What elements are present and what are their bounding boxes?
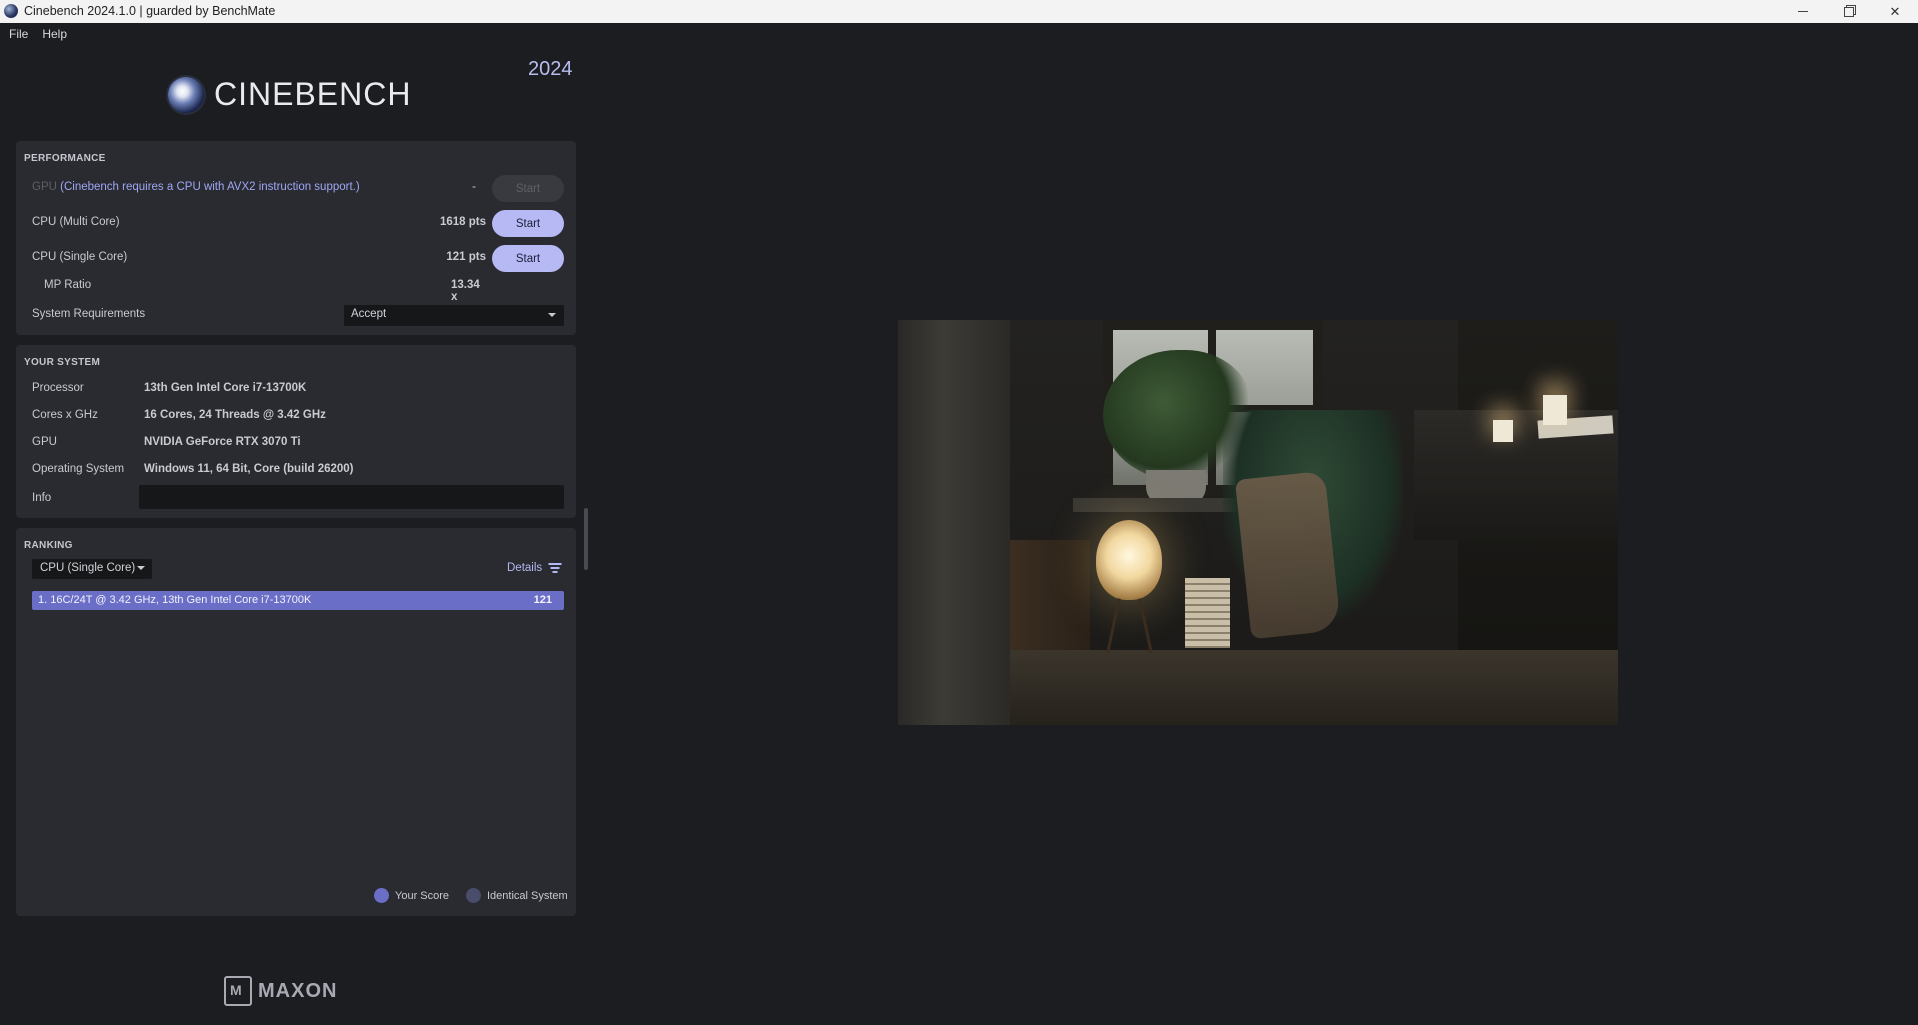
your-score-label: Your Score — [395, 889, 450, 902]
cinebench-sphere-icon — [168, 76, 204, 113]
cores-label: Cores x GHz — [32, 409, 98, 421]
ranking-test-value: CPU (Single Core) — [40, 562, 136, 574]
processor-value: 13th Gen Intel Core i7-13700K — [144, 382, 307, 394]
cpu-single-score: 121 pts — [446, 251, 486, 263]
ranking-row[interactable]: 1. 16C/24T @ 3.42 GHz, 13th Gen Intel Co… — [32, 591, 564, 610]
cpu-multi-start-button[interactable]: Start — [492, 210, 564, 237]
minimize-button[interactable] — [1780, 0, 1826, 23]
gpu-info-value: NVIDIA GeForce RTX 3070 Ti — [144, 436, 301, 448]
cpu-multi-score: 1618 pts — [439, 216, 486, 228]
ranking-panel: RANKING CPU (Single Core) Details 1. 16C… — [16, 528, 576, 916]
details-label: Details — [507, 562, 543, 574]
maxon-cube-icon — [224, 976, 252, 1006]
gpu-row-label: GPU (Cinebench requires a CPU with AVX2 … — [32, 181, 360, 193]
close-button[interactable]: ✕ — [1872, 0, 1918, 23]
window-title: Cinebench 2024.1.0 | guarded by BenchMat… — [24, 4, 276, 18]
restore-button[interactable] — [1826, 0, 1872, 23]
cinebench-app-icon — [4, 4, 18, 18]
chevron-down-icon — [548, 313, 556, 317]
cpu-single-start-button[interactable]: Start — [492, 245, 564, 272]
mp-ratio-value: 13.34 x — [451, 279, 480, 303]
identical-system-dot-icon — [466, 888, 481, 903]
ranking-title: RANKING — [24, 540, 73, 551]
legend-your-score: Your Score — [374, 888, 449, 903]
info-field[interactable] — [139, 485, 564, 509]
system-requirements-label: System Requirements — [32, 308, 146, 320]
ranking-test-dropdown[interactable]: CPU (Single Core) — [32, 559, 152, 579]
logo-text: CINEBENCH — [214, 76, 412, 112]
system-requirements-dropdown[interactable]: Accept — [344, 305, 564, 326]
cinebench-logo: CINEBENCH — [168, 76, 411, 113]
render-preview-image — [898, 320, 1618, 725]
filter-icon — [548, 563, 562, 573]
system-requirements-value: Accept — [351, 308, 387, 320]
mp-ratio-label: MP Ratio — [44, 279, 92, 291]
menu-file[interactable]: File — [9, 27, 28, 41]
your-system-panel: YOUR SYSTEM Processor 13th Gen Intel Cor… — [16, 345, 576, 518]
ranking-row-score: 121 — [533, 594, 552, 606]
gpu-start-button[interactable]: Start — [492, 175, 564, 202]
maxon-logo: MAXON — [224, 976, 337, 1006]
identical-system-label: Identical System — [487, 889, 568, 902]
chevron-down-icon — [137, 566, 145, 570]
gpu-label: GPU — [32, 181, 57, 193]
processor-label: Processor — [32, 382, 84, 394]
details-button[interactable]: Details — [507, 562, 562, 574]
cores-value: 16 Cores, 24 Threads @ 3.42 GHz — [144, 409, 326, 421]
legend-identical-system: Identical System — [466, 888, 568, 903]
performance-panel: PERFORMANCE GPU (Cinebench requires a CP… — [16, 141, 576, 335]
info-label: Info — [32, 492, 52, 504]
os-label: Operating System — [32, 463, 125, 475]
cpu-single-label: CPU (Single Core) — [32, 251, 128, 263]
gpu-info-label: GPU — [32, 436, 57, 448]
gpu-score: - — [472, 181, 476, 193]
title-bar: Cinebench 2024.1.0 | guarded by BenchMat… — [0, 0, 1918, 23]
os-value: Windows 11, 64 Bit, Core (build 26200) — [144, 463, 354, 475]
version-year: 2024 — [528, 58, 573, 80]
performance-title: PERFORMANCE — [24, 153, 106, 164]
panel-resize-handle[interactable] — [584, 508, 588, 570]
menu-help[interactable]: Help — [42, 27, 67, 41]
your-system-title: YOUR SYSTEM — [24, 357, 101, 368]
menu-bar: File Help — [0, 23, 67, 45]
your-score-dot-icon — [374, 888, 389, 903]
maxon-logo-text: MAXON — [258, 979, 338, 1002]
ranking-row-name: 1. 16C/24T @ 3.42 GHz, 13th Gen Intel Co… — [38, 594, 312, 606]
gpu-avx-note: (Cinebench requires a CPU with AVX2 inst… — [60, 181, 360, 193]
cpu-multi-label: CPU (Multi Core) — [32, 216, 120, 228]
